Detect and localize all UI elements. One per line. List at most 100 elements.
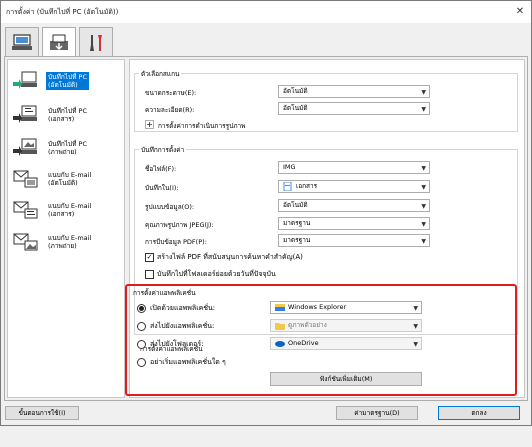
chevron-down-icon: ▼ xyxy=(421,184,426,191)
group-title: ตัวเลือกสแกน xyxy=(139,69,182,79)
radio-button xyxy=(137,322,146,331)
general-settings-icon xyxy=(90,34,102,51)
radio-no-app[interactable]: อย่าเริ่มแอพพลิเคชั่นใด ๆ xyxy=(137,357,226,368)
open-with-app-value: Windows Explorer xyxy=(288,303,347,311)
radio-send-to-app[interactable]: ส่งไปยังแอพพลิเคชั่น: xyxy=(137,321,214,332)
subfolder-label: บันทึกไปที่โฟลเดอร์ย่อยด้วยวันที่ปัจจุบั… xyxy=(157,270,276,278)
tab-general-settings[interactable] xyxy=(79,27,113,57)
photo-scan-icon xyxy=(10,136,40,160)
sidebar-item-save-pc-auto[interactable]: บันทึกไปที่ PC (อัตโนมัติ) xyxy=(10,66,122,95)
sidebar-item-save-pc-document[interactable]: บันทึกไปที่ PC (เอกสาร) xyxy=(10,100,122,129)
sidebar-item-label: แนบกับ E-mail (ภาพถ่าย) xyxy=(48,233,92,250)
scan-from-operation-panel-icon xyxy=(50,34,68,51)
scan-options-group: ตัวเลือกสแกน ขนาดกระดาษ(E): อัตโนมัติ ▼ … xyxy=(134,69,518,132)
ok-button[interactable]: ตกลง xyxy=(438,406,520,420)
jpeg-quality-label: คุณภาพรูปภาพ JPEG(J): xyxy=(145,221,214,229)
open-with-app-label: เปิดด้วยแอพพลิเคชั่น: xyxy=(150,304,216,312)
no-app-label: อย่าเริ่มแอพพลิเคชั่นใด ๆ xyxy=(150,358,226,366)
tab-scan-from-computer[interactable] xyxy=(5,27,39,57)
save-in-dropdown[interactable]: เอกสาร ▼ xyxy=(278,180,430,193)
sidebar-item-label: แนบกับ E-mail (เอกสาร) xyxy=(48,201,92,218)
instructions-button[interactable]: ขั้นตอนการใช้(I) xyxy=(5,406,79,420)
checkmark-icon: ✓ xyxy=(145,253,154,262)
paper-size-dropdown[interactable]: อัตโนมัติ ▼ xyxy=(278,85,430,98)
radio-button xyxy=(137,340,146,349)
chevron-down-icon: ▼ xyxy=(421,106,426,113)
send-to-folder-dropdown[interactable]: OneDrive ▼ xyxy=(270,337,422,350)
jpeg-quality-dropdown[interactable]: มาตรฐาน ▼ xyxy=(278,217,430,230)
pdf-compression-value: มาตรฐาน xyxy=(283,236,311,244)
open-with-app-dropdown[interactable]: Windows Explorer ▼ xyxy=(270,301,422,314)
subfolder-checkbox[interactable]: บันทึกไปที่โฟลเดอร์ย่อยด้วยวันที่ปัจจุบั… xyxy=(145,269,276,280)
highlight-frame: การตั้งค่าแอพพลิเคชั่น เปิดด้วยแอพพลิเคช… xyxy=(125,284,517,396)
chevron-down-icon: ▼ xyxy=(421,221,426,228)
radio-button xyxy=(137,358,146,367)
sidebar-item-label: แนบกับ E-mail (อัตโนมัติ) xyxy=(48,170,92,187)
radio-button xyxy=(137,304,146,313)
resolution-dropdown[interactable]: อัตโนมัติ ▼ xyxy=(278,102,430,115)
close-button[interactable]: ✕ xyxy=(513,5,527,19)
sidebar-item-email-auto[interactable]: แนบกับ E-mail (อัตโนมัติ) xyxy=(10,164,122,193)
chevron-down-icon: ▼ xyxy=(413,305,418,312)
email-document-icon xyxy=(10,198,40,222)
chevron-down-icon: ▼ xyxy=(413,341,418,348)
sidebar-item-label: บันทึกไปที่ PC (ภาพถ่าย) xyxy=(48,139,87,156)
file-name-label: ชื่อไฟล์(F): xyxy=(145,165,177,173)
sidebar-item-label: บันทึกไปที่ PC (เอกสาร) xyxy=(48,106,87,123)
paper-size-label: ขนาดกระดาษ(E): xyxy=(145,89,197,97)
checkbox-box xyxy=(145,270,154,279)
group-title: บันทึกการตั้งค่า xyxy=(139,145,187,155)
data-format-dropdown[interactable]: อัตโนมัติ ▼ xyxy=(278,199,430,212)
pdf-compression-label: การบีบข้อมูล PDF(P): xyxy=(145,238,207,246)
sidebar: บันทึกไปที่ PC (อัตโนมัติ) บันทึกไปที่ P… xyxy=(7,59,125,398)
window-title: การตั้งค่า (บันทึกไปที่ PC (อัตโนมัติ)) xyxy=(6,8,119,16)
send-to-folder-label: ส่งไปยังโฟลเดอร์: xyxy=(150,340,204,348)
expand-button[interactable]: + xyxy=(145,120,154,129)
file-name-field[interactable]: IMG ▼ xyxy=(278,161,430,174)
email-auto-icon xyxy=(10,167,40,191)
scan-from-computer-icon xyxy=(12,33,32,50)
data-format-value: อัตโนมัติ xyxy=(283,201,308,209)
paper-size-value: อัตโนมัติ xyxy=(283,87,308,95)
radio-open-with-app[interactable]: เปิดด้วยแอพพลิเคชั่น: xyxy=(137,303,215,314)
defaults-button[interactable]: ค่ามาตรฐาน(D) xyxy=(336,406,418,420)
file-name-value: IMG xyxy=(283,163,296,171)
resolution-value: อัตโนมัติ xyxy=(283,104,308,112)
resolution-label: ความละเอียด(R): xyxy=(145,106,195,114)
explorer-icon xyxy=(275,304,285,311)
sidebar-item-email-photo[interactable]: แนบกับ E-mail (ภาพถ่าย) xyxy=(10,227,122,256)
more-functions-button[interactable]: ฟังก์ชันเพิ่มเติม(M) xyxy=(270,372,422,386)
auto-scan-icon xyxy=(10,69,40,93)
folder-icon xyxy=(275,323,285,330)
searchable-pdf-label: สร้างไฟล์ PDF ที่สนับสนุนการค้นหาคำสำคัญ… xyxy=(157,253,303,261)
email-photo-icon xyxy=(10,230,40,254)
chevron-down-icon: ▼ xyxy=(413,323,418,330)
app-settings-title: การตั้งค่าแอพพลิเคชั่น xyxy=(133,289,196,297)
pdf-compression-dropdown[interactable]: มาตรฐาน ▼ xyxy=(278,234,430,247)
searchable-pdf-checkbox[interactable]: ✓ สร้างไฟล์ PDF ที่สนับสนุนการค้นหาคำสำค… xyxy=(145,252,303,263)
onedrive-icon xyxy=(275,341,285,347)
send-to-app-value: ดูภาพตัวอย่าง xyxy=(288,321,327,329)
document-folder-icon xyxy=(283,182,292,191)
save-in-value: เอกสาร xyxy=(296,182,318,190)
chevron-down-icon: ▼ xyxy=(421,203,426,210)
sidebar-item-save-pc-photo[interactable]: บันทึกไปที่ PC (ภาพถ่าย) xyxy=(10,133,122,162)
sidebar-item-email-document[interactable]: แนบกับ E-mail (เอกสาร) xyxy=(10,195,122,224)
tab-bar xyxy=(1,23,531,58)
jpeg-quality-value: มาตรฐาน xyxy=(283,219,311,227)
chevron-down-icon: ▼ xyxy=(421,89,426,96)
radio-send-to-folder[interactable]: ส่งไปยังโฟลเดอร์: xyxy=(137,339,203,350)
send-to-folder-value: OneDrive xyxy=(288,339,319,347)
sidebar-item-label: บันทึกไปที่ PC (อัตโนมัติ) xyxy=(46,71,89,90)
send-to-app-label: ส่งไปยังแอพพลิเคชั่น: xyxy=(150,322,215,330)
send-to-app-dropdown[interactable]: ดูภาพตัวอย่าง ▼ xyxy=(270,319,422,332)
chevron-down-icon: ▼ xyxy=(421,165,426,172)
data-format-label: รูปแบบข้อมูล(O): xyxy=(145,203,195,211)
tab-scan-from-operation-panel[interactable] xyxy=(42,27,76,58)
document-scan-icon xyxy=(10,103,40,127)
save-in-label: บันทึกใน(I): xyxy=(145,184,179,192)
settings-window: การตั้งค่า (บันทึกไปที่ PC (อัตโนมัติ)) … xyxy=(0,0,532,426)
title-bar: การตั้งค่า (บันทึกไปที่ PC (อัตโนมัติ)) … xyxy=(1,1,531,23)
chevron-down-icon: ▼ xyxy=(421,238,426,245)
image-processing-label[interactable]: การตั้งค่าการดำเนินการรูปภาพ xyxy=(158,121,245,131)
